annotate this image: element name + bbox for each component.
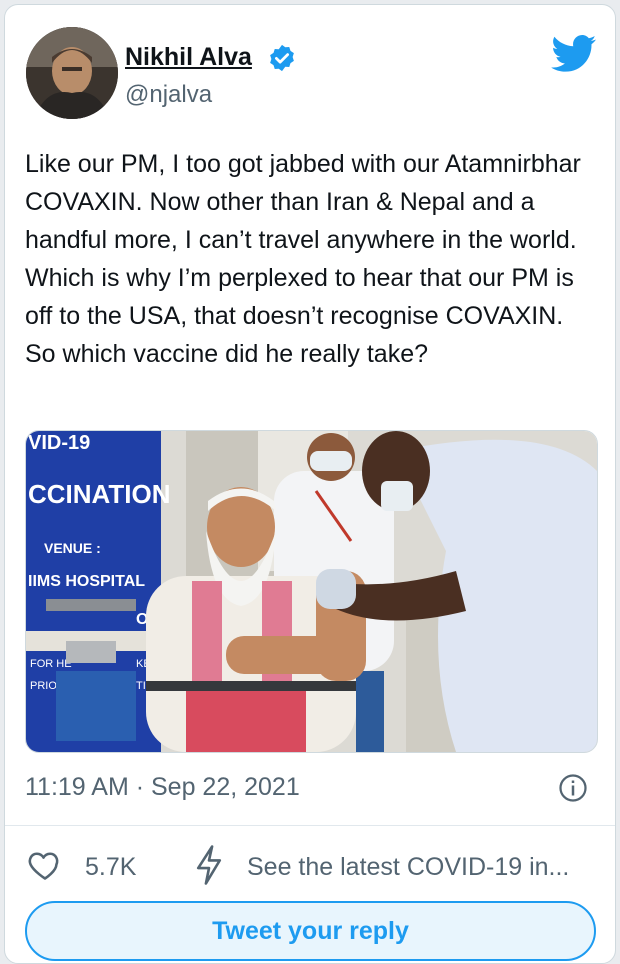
lightning-bolt-icon <box>196 845 222 885</box>
twitter-bird-icon[interactable] <box>551 35 597 73</box>
covid-info-link[interactable]: See the latest COVID-19 in... <box>247 853 569 882</box>
verified-badge-icon <box>270 44 294 72</box>
avatar[interactable] <box>26 27 118 119</box>
tweet-card: Nikhil Alva @njalva Like our PM, I too g… <box>4 4 616 964</box>
banner-text: VENUE : <box>44 540 101 556</box>
heart-icon[interactable] <box>27 847 63 883</box>
divider <box>5 825 615 826</box>
banner-text: VID-19 <box>28 432 90 454</box>
banner-text: CCINATION <box>28 479 171 509</box>
tweet-media-photo[interactable]: VID-19 CCINATION VENUE : IIMS HOSPITAL O… <box>25 430 598 753</box>
avatar-photo <box>26 27 118 119</box>
vaccination-photo: VID-19 CCINATION VENUE : IIMS HOSPITAL O… <box>26 431 597 752</box>
author-handle[interactable]: @njalva <box>125 81 212 109</box>
like-count[interactable]: 5.7K <box>85 853 136 882</box>
tweet-timestamp[interactable]: 11:19 AM · Sep 22, 2021 <box>25 773 300 802</box>
banner-text: IIMS HOSPITAL <box>28 573 145 590</box>
tweet-reply-button[interactable]: Tweet your reply <box>25 901 596 961</box>
author-name[interactable]: Nikhil Alva <box>125 43 252 72</box>
tweet-text: Like our PM, I too got jabbed with our A… <box>25 150 581 368</box>
info-icon[interactable] <box>558 773 588 803</box>
banner-text: FOR HE <box>30 658 72 670</box>
